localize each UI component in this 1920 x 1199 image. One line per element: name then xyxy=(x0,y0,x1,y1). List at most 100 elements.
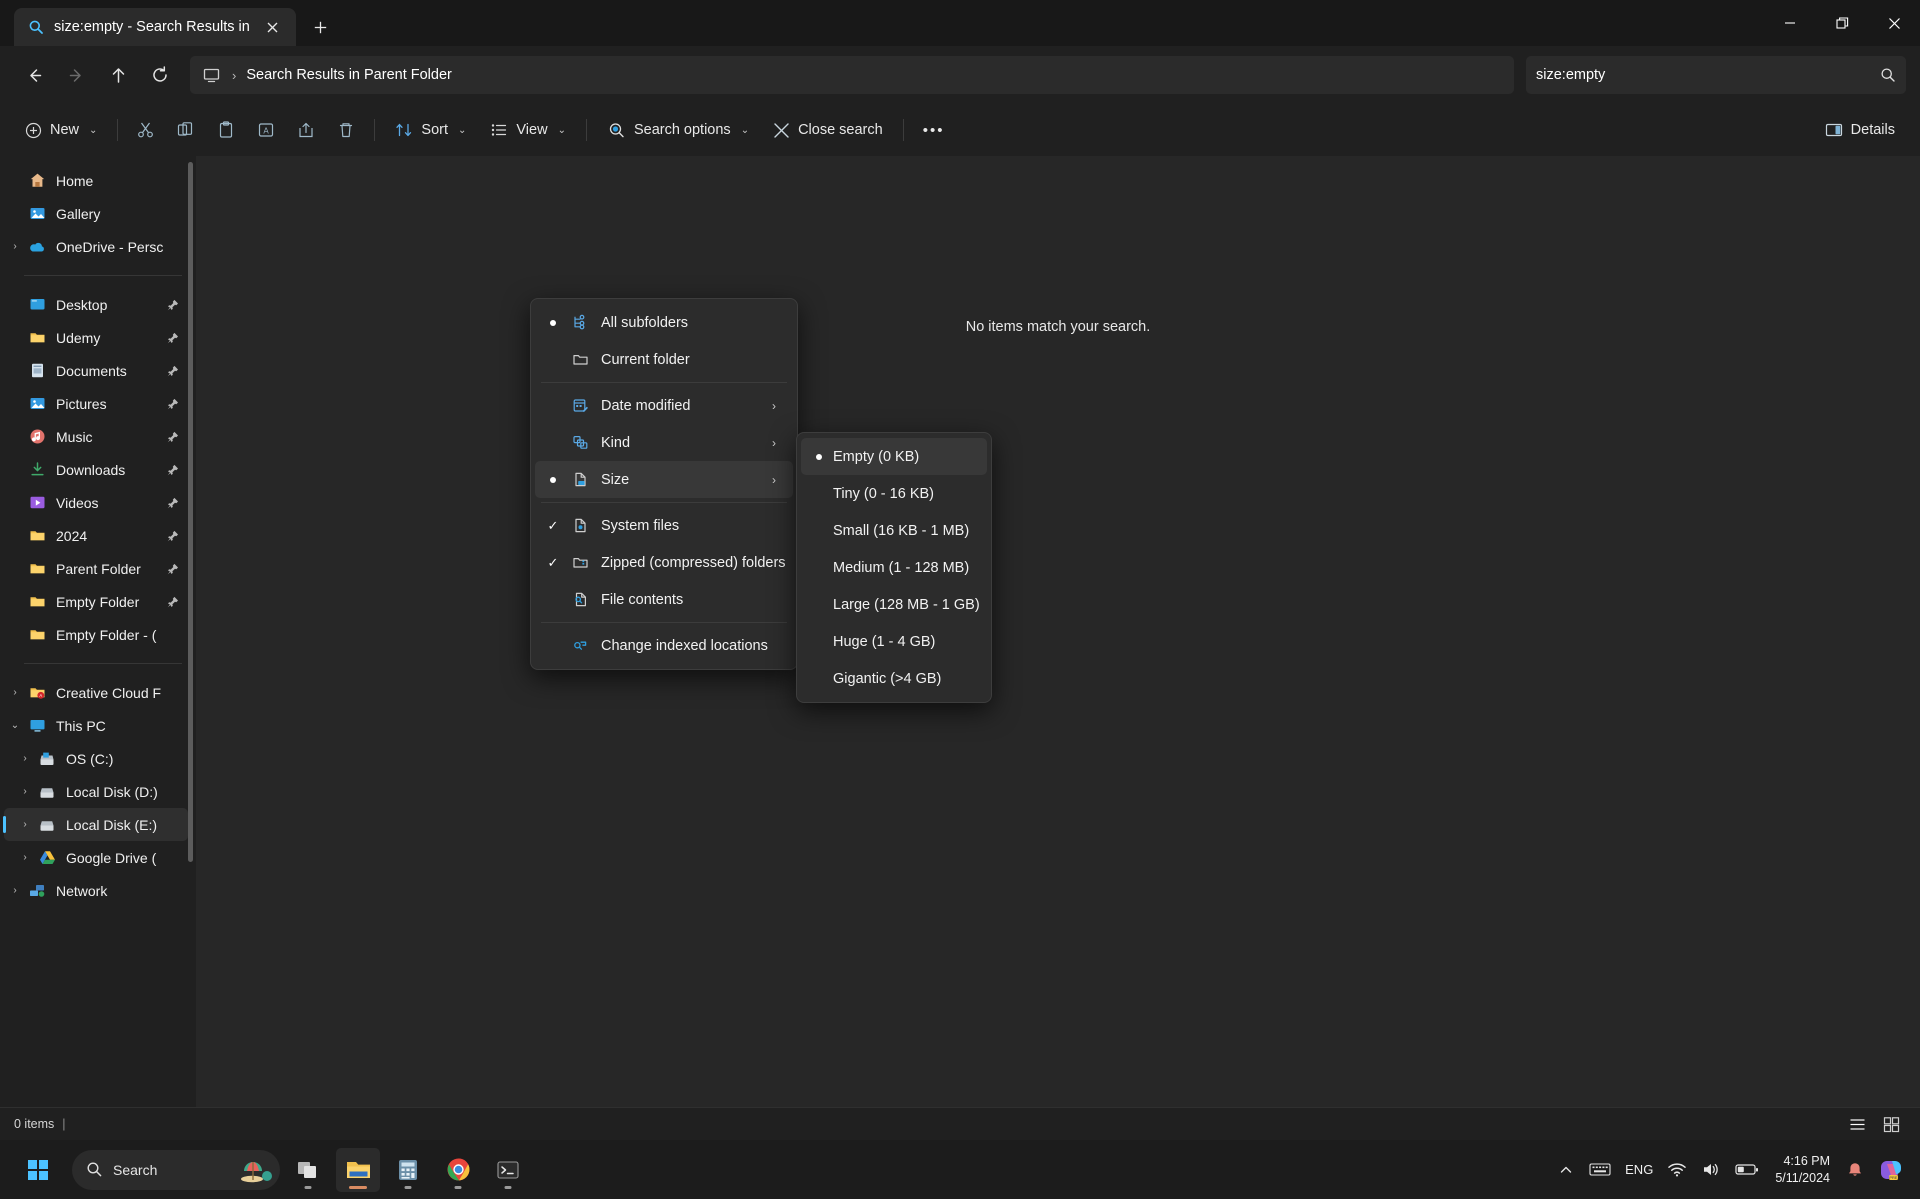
address-bar[interactable]: › Search Results in Parent Folder xyxy=(190,56,1514,94)
details-pane-button[interactable]: Details xyxy=(1814,111,1906,149)
new-button[interactable]: New ⌄ xyxy=(14,111,108,149)
refresh-button[interactable] xyxy=(140,56,180,94)
sidebar-item-creative-cloud[interactable]: › A Creative Cloud F xyxy=(4,676,188,709)
chevron-right-icon[interactable]: › xyxy=(4,687,26,698)
search-icon[interactable] xyxy=(1880,67,1896,83)
sidebar-item-music[interactable]: Music xyxy=(4,420,188,453)
forward-button[interactable] xyxy=(56,56,96,94)
menu-item-change-indexed-locations[interactable]: Change indexed locations xyxy=(535,627,793,664)
minimize-button[interactable] xyxy=(1764,0,1816,46)
breadcrumb[interactable]: Search Results in Parent Folder xyxy=(246,67,452,83)
search-input[interactable] xyxy=(1536,67,1872,83)
chevron-right-icon[interactable]: › xyxy=(14,786,36,797)
sidebar-item-empty-folder-copy[interactable]: Empty Folder - ( xyxy=(4,618,188,651)
submenu-item-gigantic[interactable]: Gigantic (>4 GB) xyxy=(801,660,987,697)
pin-icon[interactable] xyxy=(166,596,180,608)
close-search-button[interactable]: Close search xyxy=(762,111,894,149)
chrome-icon[interactable] xyxy=(436,1148,480,1192)
large-icons-view-button[interactable] xyxy=(1876,1112,1906,1136)
menu-item-current-folder[interactable]: Current folder xyxy=(535,341,793,378)
chevron-right-icon[interactable]: › xyxy=(14,819,36,830)
volume-icon[interactable] xyxy=(1695,1148,1727,1192)
sidebar-item-videos[interactable]: Videos xyxy=(4,486,188,519)
sidebar-item-2024[interactable]: 2024 xyxy=(4,519,188,552)
close-icon[interactable] xyxy=(260,14,286,40)
submenu-item-tiny[interactable]: Tiny (0 - 16 KB) xyxy=(801,475,987,512)
sidebar-item-desktop[interactable]: Desktop xyxy=(4,288,188,321)
keyboard-icon[interactable] xyxy=(1583,1148,1617,1192)
chevron-right-icon[interactable]: › xyxy=(4,241,26,252)
sidebar-item-local-disk-d[interactable]: › Local Disk (D:) xyxy=(4,775,188,808)
sidebar-item-network[interactable]: › Network xyxy=(4,874,188,907)
chevron-right-icon[interactable]: › xyxy=(4,885,26,896)
sidebar-item-parent-folder[interactable]: Parent Folder xyxy=(4,552,188,585)
maximize-button[interactable] xyxy=(1816,0,1868,46)
submenu-item-empty[interactable]: Empty (0 KB) xyxy=(801,438,987,475)
submenu-item-small[interactable]: Small (16 KB - 1 MB) xyxy=(801,512,987,549)
sidebar-item-local-disk-e[interactable]: › Local Disk (E:) xyxy=(3,808,188,841)
details-view-button[interactable] xyxy=(1842,1112,1872,1136)
cut-button[interactable] xyxy=(127,111,165,149)
menu-item-file-contents[interactable]: File contents xyxy=(535,581,793,618)
sidebar-item-gallery[interactable]: Gallery xyxy=(4,197,188,230)
pin-icon[interactable] xyxy=(166,563,180,575)
sidebar-item-udemy[interactable]: Udemy xyxy=(4,321,188,354)
close-button[interactable] xyxy=(1868,0,1920,46)
paste-button[interactable] xyxy=(207,111,245,149)
clock[interactable]: 4:16 PM 5/11/2024 xyxy=(1767,1153,1838,1187)
terminal-icon[interactable] xyxy=(486,1148,530,1192)
sidebar-item-onedrive[interactable]: › OneDrive - Persc xyxy=(4,230,188,263)
menu-item-all-subfolders[interactable]: All subfolders xyxy=(535,304,793,341)
sort-button[interactable]: Sort ⌄ xyxy=(384,111,477,149)
up-button[interactable] xyxy=(98,56,138,94)
new-tab-button[interactable] xyxy=(304,10,338,44)
more-options-button[interactable]: ••• xyxy=(913,111,955,149)
this-pc-icon[interactable] xyxy=(200,64,222,86)
submenu-item-medium[interactable]: Medium (1 - 128 MB) xyxy=(801,549,987,586)
back-button[interactable] xyxy=(14,56,54,94)
menu-item-size[interactable]: Size › xyxy=(535,461,793,498)
taskbar-search[interactable]: Search xyxy=(72,1149,280,1190)
pin-icon[interactable] xyxy=(166,365,180,377)
sidebar-scrollbar[interactable] xyxy=(188,162,193,862)
task-view-icon[interactable] xyxy=(286,1148,330,1192)
pin-icon[interactable] xyxy=(166,398,180,410)
copy-button[interactable] xyxy=(167,111,205,149)
pin-icon[interactable] xyxy=(166,530,180,542)
language-indicator[interactable]: ENG xyxy=(1619,1148,1659,1192)
sidebar-item-this-pc[interactable]: ⌄ This PC xyxy=(4,709,188,742)
tray-overflow-button[interactable] xyxy=(1551,1148,1581,1192)
menu-item-system-files[interactable]: ✓ System files xyxy=(535,507,793,544)
sidebar-item-documents[interactable]: Documents xyxy=(4,354,188,387)
sidebar-item-empty-folder[interactable]: Empty Folder xyxy=(4,585,188,618)
wifi-icon[interactable] xyxy=(1661,1148,1693,1192)
copilot-icon[interactable]: PRE xyxy=(1872,1148,1910,1192)
sidebar-item-google-drive[interactable]: › Google Drive ( xyxy=(4,841,188,874)
search-options-button[interactable]: Search options ⌄ xyxy=(596,111,760,149)
sidebar-item-pictures[interactable]: Pictures xyxy=(4,387,188,420)
chevron-down-icon[interactable]: ⌄ xyxy=(4,720,26,731)
share-button[interactable] xyxy=(287,111,325,149)
file-explorer-icon[interactable] xyxy=(336,1147,380,1192)
pin-icon[interactable] xyxy=(166,431,180,443)
view-button[interactable]: View ⌄ xyxy=(479,111,577,149)
calculator-icon[interactable] xyxy=(386,1148,430,1192)
chevron-right-icon[interactable]: › xyxy=(14,852,36,863)
menu-item-date-modified[interactable]: Date modified › xyxy=(535,387,793,424)
file-list-area[interactable]: No items match your search. xyxy=(196,156,1920,1107)
pin-icon[interactable] xyxy=(166,497,180,509)
bell-icon[interactable] xyxy=(1840,1148,1870,1192)
submenu-item-large[interactable]: Large (128 MB - 1 GB) xyxy=(801,586,987,623)
pin-icon[interactable] xyxy=(166,464,180,476)
sidebar-item-home[interactable]: Home xyxy=(4,164,188,197)
delete-button[interactable] xyxy=(327,111,365,149)
submenu-item-huge[interactable]: Huge (1 - 4 GB) xyxy=(801,623,987,660)
rename-button[interactable]: A xyxy=(247,111,285,149)
chevron-right-icon[interactable]: › xyxy=(14,753,36,764)
battery-icon[interactable] xyxy=(1729,1148,1765,1192)
windows-start-icon[interactable] xyxy=(16,1148,60,1192)
pin-icon[interactable] xyxy=(166,299,180,311)
sidebar-item-os-c[interactable]: › OS (C:) xyxy=(4,742,188,775)
tab-search-results[interactable]: size:empty - Search Results in xyxy=(14,8,296,46)
pin-icon[interactable] xyxy=(166,332,180,344)
